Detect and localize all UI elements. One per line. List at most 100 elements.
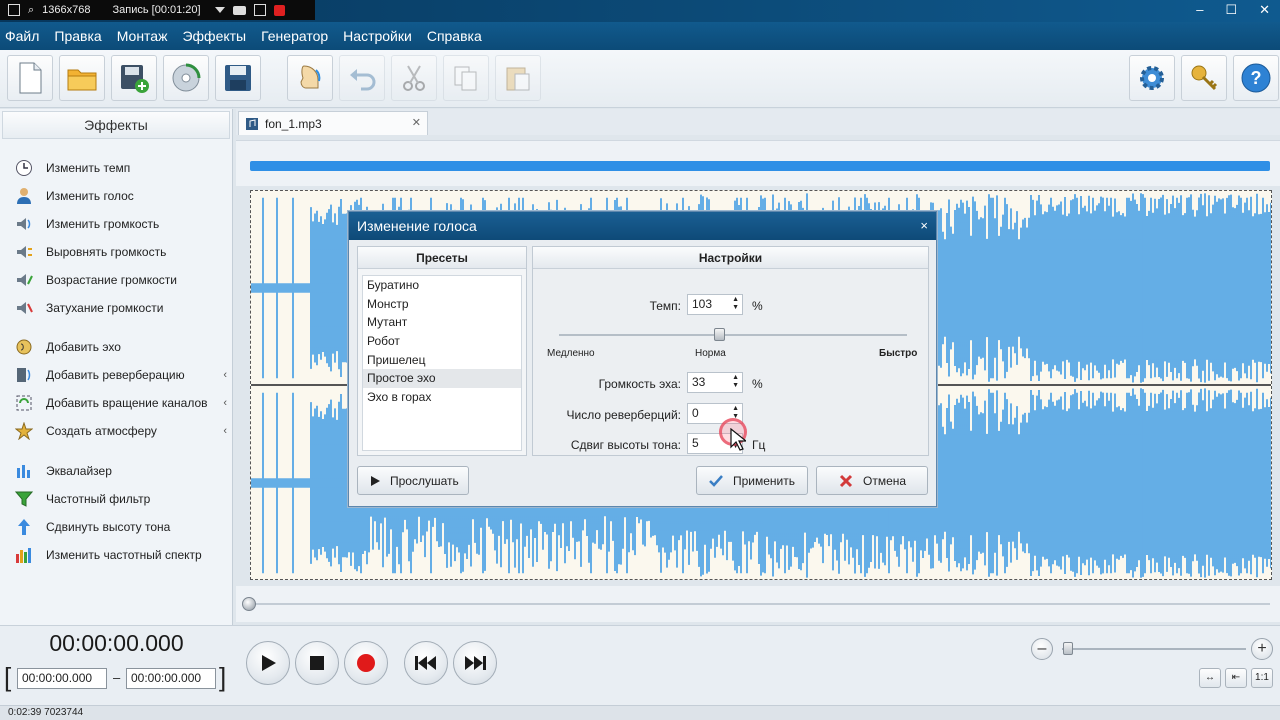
selection-start-field[interactable]: 00:00:00.000 <box>17 668 107 689</box>
effect-normalize[interactable]: Выровнять громкость <box>14 241 229 263</box>
tab-close-icon[interactable]: ✕ <box>412 116 421 129</box>
effects-panel-title: Эффекты <box>2 111 230 139</box>
tempo-spinbox[interactable]: 103 ▲ ▼ <box>687 294 743 315</box>
cd-button[interactable] <box>163 55 209 101</box>
slider-normal-label: Норма <box>695 348 726 359</box>
zoom-1to1-button[interactable]: 1:1 <box>1251 668 1273 688</box>
overview-bar[interactable] <box>250 161 1270 171</box>
apply-button[interactable]: Применить <box>696 466 808 495</box>
presets-panel: Пресеты Буратино Монстр Мутант Робот При… <box>357 246 527 456</box>
effect-fade-out[interactable]: Затухание громкости <box>14 297 229 319</box>
filter-icon <box>14 489 34 509</box>
cancel-button[interactable]: Отмена <box>816 466 928 495</box>
paste-button[interactable] <box>495 55 541 101</box>
reverb-count-label: Число реверберций: <box>566 408 681 422</box>
effect-channel-rotation[interactable]: Добавить вращение каналов ‹ <box>14 392 229 414</box>
effect-spectrum[interactable]: Изменить частотный спектр <box>14 544 229 566</box>
zoom-selection-button[interactable]: ⇤ <box>1225 668 1247 688</box>
effect-atmosphere[interactable]: Создать атмосферу ‹ <box>14 420 229 442</box>
cut-button[interactable] <box>391 55 437 101</box>
preset-item-selected[interactable]: Простое эхо <box>363 369 521 389</box>
stop-button[interactable] <box>295 641 339 685</box>
effect-equalizer[interactable]: Эквалайзер <box>14 460 229 482</box>
minimize-icon[interactable]: – <box>1196 2 1203 18</box>
window-icon <box>8 4 20 16</box>
expand-arrow-icon[interactable]: ‹ <box>223 425 227 437</box>
save-button[interactable] <box>215 55 261 101</box>
zoom-track[interactable] <box>1062 648 1246 650</box>
menu-help[interactable]: Справка <box>427 28 482 44</box>
record-icon[interactable] <box>273 4 285 16</box>
tempo-slider-track[interactable] <box>559 334 907 336</box>
preset-item[interactable]: Робот <box>363 332 521 351</box>
menu-montage[interactable]: Монтаж <box>117 28 168 44</box>
add-file-button[interactable] <box>111 55 157 101</box>
effect-add-echo[interactable]: Добавить эхо <box>14 336 229 358</box>
preset-item[interactable]: Эхо в горах <box>363 388 521 407</box>
slider-fast-label: Быстро <box>879 348 918 359</box>
menu-settings[interactable]: Настройки <box>343 28 412 44</box>
tempo-slider-handle[interactable] <box>714 328 725 341</box>
record-button[interactable] <box>344 641 388 685</box>
listen-button[interactable]: Прослушать <box>357 466 469 495</box>
rewind-button[interactable] <box>404 641 448 685</box>
selection-end-field[interactable]: 00:00:00.000 <box>126 668 216 689</box>
presets-list: Буратино Монстр Мутант Робот Пришелец Пр… <box>362 275 522 451</box>
menu-edit[interactable]: Правка <box>54 28 101 44</box>
clock-icon <box>14 158 34 178</box>
open-button[interactable] <box>59 55 105 101</box>
dropdown-icon[interactable] <box>214 7 225 13</box>
zoom-in-button[interactable]: + <box>1251 638 1273 660</box>
close-icon[interactable]: ✕ <box>1259 2 1270 18</box>
spinner-arrows-icon[interactable]: ▲▼ <box>732 296 739 312</box>
paste-icon <box>506 67 530 91</box>
expand-arrow-icon[interactable]: ‹ <box>223 397 227 409</box>
settings-button[interactable] <box>1129 55 1175 101</box>
rotate-icon <box>14 393 34 413</box>
activation-button[interactable] <box>1181 55 1227 101</box>
expand-arrow-icon[interactable]: ‹ <box>223 369 227 381</box>
window-controls: – ☐ ✕ <box>1196 2 1270 18</box>
zoom-out-button[interactable]: – <box>1031 638 1053 660</box>
menu-effects[interactable]: Эффекты <box>182 28 246 44</box>
spinner-arrows-icon[interactable]: ▲▼ <box>732 374 739 390</box>
tempo-value: 103 <box>692 297 713 311</box>
maximize-icon[interactable]: ☐ <box>1225 2 1237 18</box>
new-file-button[interactable] <box>7 55 53 101</box>
add-file-icon <box>121 65 149 93</box>
effect-add-reverb[interactable]: Добавить реверберацию ‹ <box>14 364 229 386</box>
effect-change-voice[interactable]: Изменить голос <box>14 185 229 207</box>
forward-button[interactable] <box>453 641 497 685</box>
help-button[interactable]: ? <box>1233 55 1279 101</box>
tab-fon-1[interactable]: fon_1.mp3 ✕ <box>238 111 428 135</box>
preset-item[interactable]: Буратино <box>363 276 521 295</box>
reverb-count-value: 0 <box>692 406 699 420</box>
volume-icon <box>14 214 34 234</box>
effect-change-tempo[interactable]: Изменить темп <box>14 157 229 179</box>
menu-generator[interactable]: Генератор <box>261 28 328 44</box>
zoom-fit-button[interactable]: ↔ <box>1199 668 1221 688</box>
camera-icon[interactable] <box>232 5 246 15</box>
position-track[interactable] <box>250 603 1270 605</box>
undo-icon <box>350 69 376 91</box>
zoom-handle[interactable] <box>1063 642 1073 655</box>
effect-frequency-filter[interactable]: Частотный фильтр <box>14 488 229 510</box>
play-button[interactable] <box>246 641 290 685</box>
copy-icon <box>454 66 477 91</box>
undo-button[interactable] <box>339 55 385 101</box>
dialog-close-icon[interactable]: × <box>920 212 928 240</box>
preset-item[interactable]: Пришелец <box>363 351 521 370</box>
echo-volume-spinbox[interactable]: 33 ▲ ▼ <box>687 372 743 393</box>
svg-text:?: ? <box>1251 68 1262 88</box>
change-voice-button[interactable] <box>287 55 333 101</box>
preset-item[interactable]: Монстр <box>363 295 521 314</box>
effect-fade-in[interactable]: Возрастание громкости <box>14 269 229 291</box>
position-handle[interactable] <box>242 597 256 611</box>
atmosphere-icon <box>14 421 34 441</box>
preset-item[interactable]: Мутант <box>363 313 521 332</box>
menu-file[interactable]: Файл <box>5 28 39 44</box>
effect-pitch-shift[interactable]: Сдвинуть высоту тона <box>14 516 229 538</box>
copy-button[interactable] <box>443 55 489 101</box>
stop-square-icon[interactable] <box>253 4 266 16</box>
effect-change-volume[interactable]: Изменить громкость <box>14 213 229 235</box>
